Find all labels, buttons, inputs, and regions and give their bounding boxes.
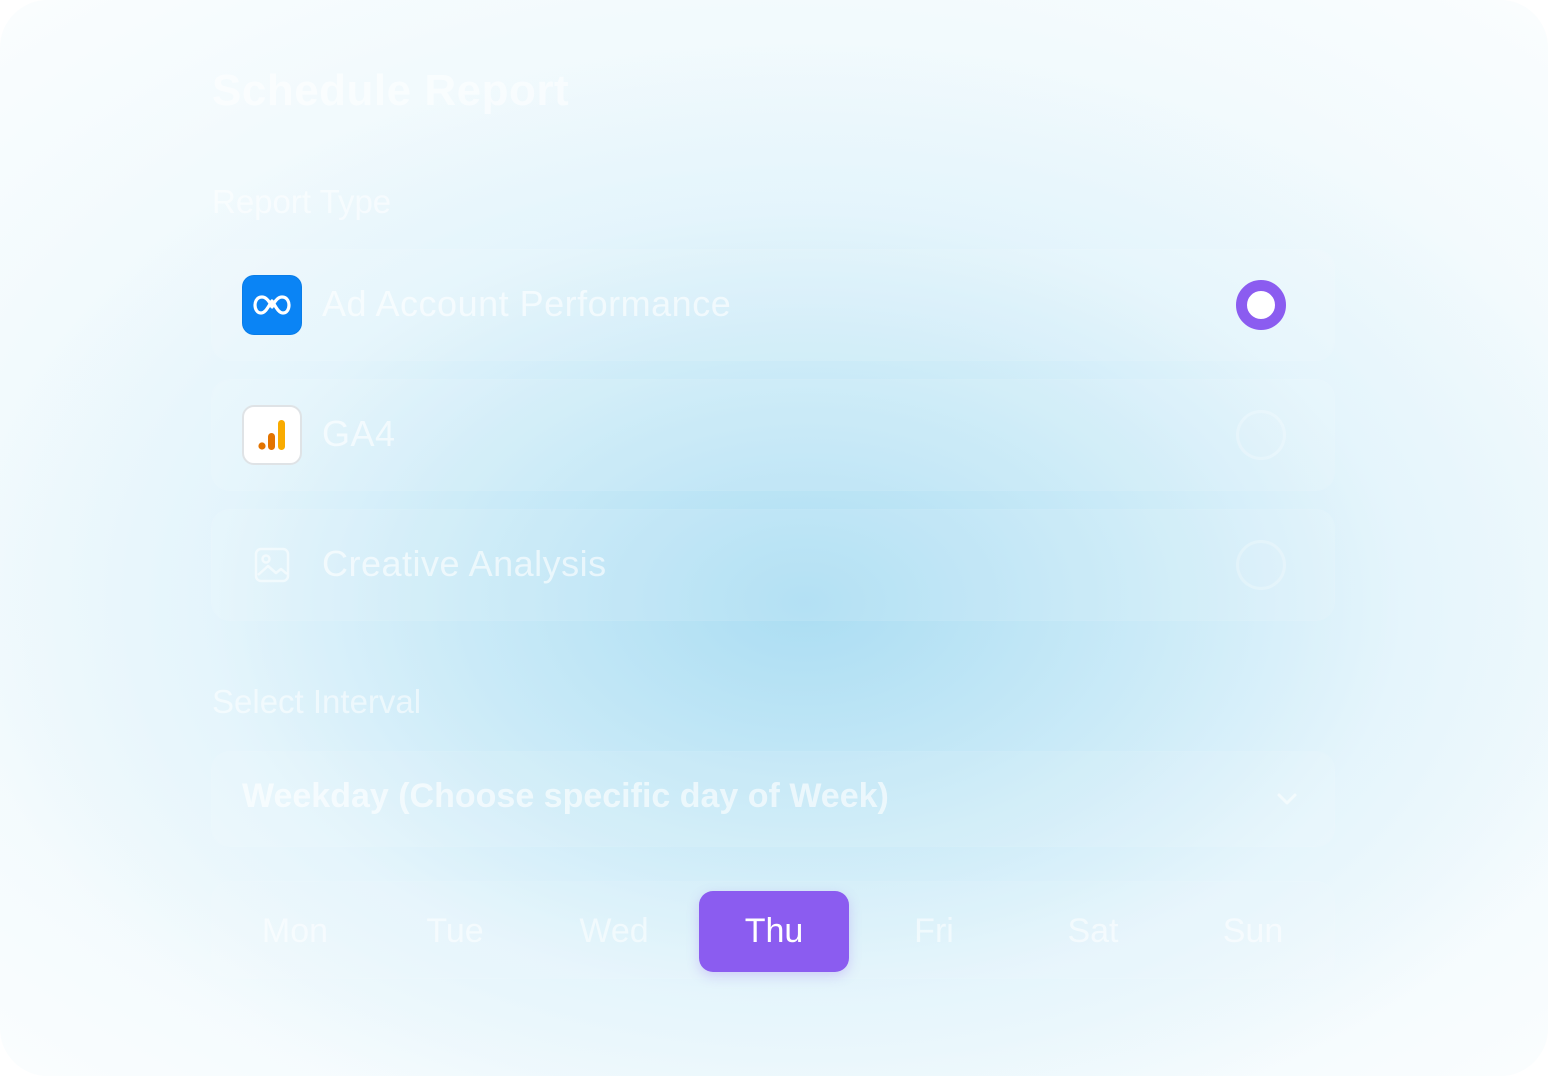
meta-logo-icon: [242, 275, 302, 335]
report-type-label: Report Type: [212, 183, 392, 220]
radio-unselected[interactable]: [1236, 410, 1286, 460]
report-option-label: GA4: [322, 413, 396, 454]
day-sat[interactable]: Sat: [1018, 891, 1168, 972]
report-option-ad-account-performance[interactable]: Ad Account Performance: [212, 250, 1334, 360]
day-sun[interactable]: Sun: [1178, 891, 1328, 972]
day-mon[interactable]: Mon: [220, 891, 370, 972]
report-option-creative-analysis[interactable]: Creative Analysis: [212, 510, 1334, 620]
schedule-report-card: Schedule Report Report Type Ad Account P…: [0, 0, 1548, 1076]
day-thu[interactable]: Thu: [699, 891, 849, 972]
day-fri[interactable]: Fri: [859, 891, 1009, 972]
day-tue[interactable]: Tue: [380, 891, 530, 972]
interval-selected-value: Weekday (Choose specific day of Week): [242, 777, 889, 815]
report-option-ga4[interactable]: GA4: [212, 380, 1334, 490]
schedule-report-form: Schedule Report Report Type Ad Account P…: [0, 0, 1548, 1076]
screen: Schedule Report Report Type Ad Account P…: [0, 0, 1548, 1076]
page-title: Schedule Report: [212, 66, 570, 115]
select-interval-label: Select Interval: [212, 683, 422, 720]
weekday-selector: Mon Tue Wed Thu Fri Sat Sun: [212, 882, 1334, 978]
chevron-down-icon: [1270, 782, 1304, 816]
image-icon: [242, 535, 302, 595]
report-option-label: Ad Account Performance: [322, 283, 732, 324]
radio-unselected[interactable]: [1236, 540, 1286, 590]
day-wed[interactable]: Wed: [539, 891, 689, 972]
interval-select[interactable]: Weekday (Choose specific day of Week): [212, 752, 1334, 846]
radio-selected[interactable]: [1236, 280, 1286, 330]
google-analytics-icon: [242, 405, 302, 465]
report-option-label: Creative Analysis: [322, 543, 607, 584]
